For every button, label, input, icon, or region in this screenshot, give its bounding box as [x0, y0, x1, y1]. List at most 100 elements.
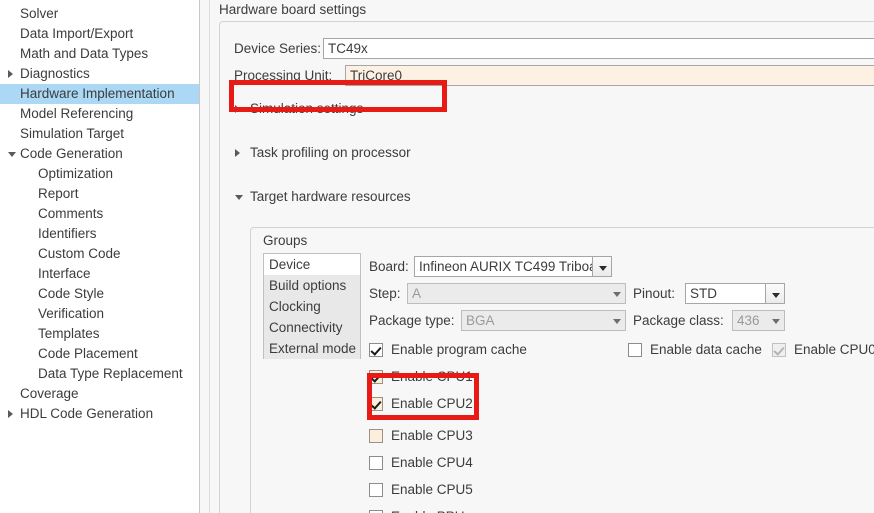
sidebar-item-code-generation[interactable]: Code Generation [0, 144, 199, 164]
section-target-hardware-resources[interactable]: Target hardware resources [234, 188, 411, 206]
sidebar-item-verification[interactable]: Verification [0, 304, 199, 324]
chevron-right-icon [235, 144, 247, 162]
sidebar-item-code-placement[interactable]: Code Placement [0, 344, 199, 364]
sidebar-item-hdl-code-generation[interactable]: HDL Code Generation [0, 404, 199, 424]
chevron-down-icon[interactable] [606, 284, 625, 303]
processing-unit-field[interactable]: TriCore0 [345, 65, 874, 86]
chevron-down-icon[interactable] [765, 284, 784, 303]
package-type-dropdown[interactable]: BGA [461, 310, 626, 331]
sidebar-item-math-and-data-types[interactable]: Math and Data Types [0, 44, 199, 64]
group-item-clocking[interactable]: Clocking [264, 296, 360, 317]
sidebar-item-simulation-target[interactable]: Simulation Target [0, 124, 199, 144]
checkbox-icon[interactable] [628, 343, 642, 357]
sidebar-item-label: Solver [20, 6, 59, 21]
package-class-dropdown[interactable]: 436 [732, 310, 785, 331]
section-target-hardware-resources-label: Target hardware resources [250, 189, 411, 204]
package-class-label: Package class: [633, 313, 724, 328]
section-simulation-settings[interactable]: Simulation settings [234, 100, 363, 118]
checkbox-enable-cpu5-label: Enable CPU5 [391, 482, 473, 497]
sidebar-item-report[interactable]: Report [0, 184, 199, 204]
step-dropdown[interactable]: A [407, 283, 626, 304]
checkbox-enable-cpu4-label: Enable CPU4 [391, 455, 473, 470]
sidebar-item-code-style[interactable]: Code Style [0, 284, 199, 304]
checkbox-enable-program-cache-label: Enable program cache [391, 342, 527, 357]
sidebar-item-coverage[interactable]: Coverage [0, 384, 199, 404]
sidebar-item-label: Templates [38, 326, 100, 341]
step-row: Step: A [369, 283, 626, 305]
checkbox-enable-data-cache-label: Enable data cache [650, 342, 762, 357]
section-simulation-settings-label: Simulation settings [250, 101, 364, 116]
group-item-build-options[interactable]: Build options [264, 275, 360, 296]
step-dropdown-value: A [412, 286, 422, 301]
checkbox-icon [772, 343, 786, 357]
pinout-label: Pinout: [633, 286, 676, 301]
simulink-configuration-parameters-window: Solver Data Import/Export Math and Data Ty… [0, 0, 874, 513]
sidebar-splitter[interactable] [200, 0, 210, 513]
checkbox-icon[interactable] [369, 456, 383, 470]
checkbox-icon[interactable] [369, 483, 383, 497]
settings-group-box: Device Series: TC49x Processing Unit: Tr… [219, 21, 874, 513]
group-item-label: Connectivity [269, 320, 343, 335]
sidebar-item-solver[interactable]: Solver [0, 4, 199, 24]
chevron-down-icon[interactable] [8, 144, 18, 164]
checkbox-icon[interactable] [369, 429, 383, 443]
sidebar-item-custom-code[interactable]: Custom Code [0, 244, 199, 264]
checkbox-icon[interactable] [369, 370, 383, 384]
sidebar-item-label: Simulation Target [20, 126, 125, 141]
pinout-row: Pinout: STD [633, 283, 785, 305]
chevron-down-icon[interactable] [765, 311, 784, 330]
sidebar-item-identifiers[interactable]: Identifiers [0, 224, 199, 244]
sidebar-item-label: Coverage [20, 386, 79, 401]
group-item-label: External mode [269, 341, 357, 356]
page-title: Hardware board settings [219, 2, 367, 17]
section-task-profiling[interactable]: Task profiling on processor [234, 144, 411, 162]
step-label: Step: [369, 286, 401, 301]
package-type-label: Package type: [369, 313, 455, 328]
section-task-profiling-label: Task profiling on processor [250, 145, 411, 160]
checkbox-enable-cpu3-label: Enable CPU3 [391, 428, 473, 443]
processing-unit-label: Processing Unit: [234, 68, 333, 83]
settings-tree-sidebar[interactable]: Solver Data Import/Export Math and Data Ty… [0, 0, 200, 513]
sidebar-item-diagnostics[interactable]: Diagnostics [0, 64, 199, 84]
sidebar-item-label: Data Import/Export [20, 26, 134, 41]
groups-label: Groups [263, 233, 308, 248]
chevron-down-icon[interactable] [606, 311, 625, 330]
sidebar-item-label: Data Type Replacement [38, 366, 183, 381]
sidebar-item-model-referencing[interactable]: Model Referencing [0, 104, 199, 124]
sidebar-item-optimization[interactable]: Optimization [0, 164, 199, 184]
checkbox-enable-ppu-label: Enable PPU [391, 507, 465, 513]
sidebar-item-label: Report [38, 186, 79, 201]
group-item-device[interactable]: Device [264, 254, 360, 275]
pinout-dropdown[interactable]: STD [685, 283, 785, 304]
package-type-dropdown-value: BGA [466, 313, 495, 328]
group-item-label: Build options [269, 278, 347, 293]
chevron-right-icon [235, 100, 247, 118]
sidebar-item-templates[interactable]: Templates [0, 324, 199, 344]
checkbox-icon[interactable] [369, 397, 383, 411]
chevron-down-icon[interactable] [592, 257, 611, 276]
checkbox-icon[interactable] [369, 343, 383, 357]
sidebar-item-hardware-implementation[interactable]: Hardware Implementation [0, 84, 199, 104]
chevron-right-icon[interactable] [8, 404, 18, 424]
sidebar-item-label: Optimization [38, 166, 114, 181]
sidebar-item-data-type-replacement[interactable]: Data Type Replacement [0, 364, 199, 384]
package-type-row: Package type: BGA [369, 310, 626, 332]
pinout-dropdown-value: STD [690, 286, 717, 301]
sidebar-item-label: Hardware Implementation [20, 86, 175, 101]
sidebar-item-comments[interactable]: Comments [0, 204, 199, 224]
sidebar-item-data-import-export[interactable]: Data Import/Export [0, 24, 199, 44]
group-item-connectivity[interactable]: Connectivity [264, 317, 360, 338]
board-dropdown[interactable]: Infineon AURIX TC499 Triboard [414, 256, 612, 277]
sidebar-item-label: HDL Code Generation [20, 406, 154, 421]
sidebar-item-label: Code Placement [38, 346, 138, 361]
sidebar-item-interface[interactable]: Interface [0, 264, 199, 284]
device-series-field[interactable]: TC49x [323, 38, 874, 59]
groups-list[interactable]: Device Build options Clocking Connectivity E… [263, 253, 361, 359]
group-item-label: Device [269, 257, 311, 272]
device-series-label: Device Series: [234, 41, 322, 56]
group-item-external-mode[interactable]: External mode [264, 338, 360, 359]
board-dropdown-value: Infineon AURIX TC499 Triboard [419, 259, 609, 274]
chevron-right-icon[interactable] [8, 64, 18, 84]
board-label: Board: [369, 259, 409, 274]
sidebar-item-label: Diagnostics [20, 66, 90, 81]
